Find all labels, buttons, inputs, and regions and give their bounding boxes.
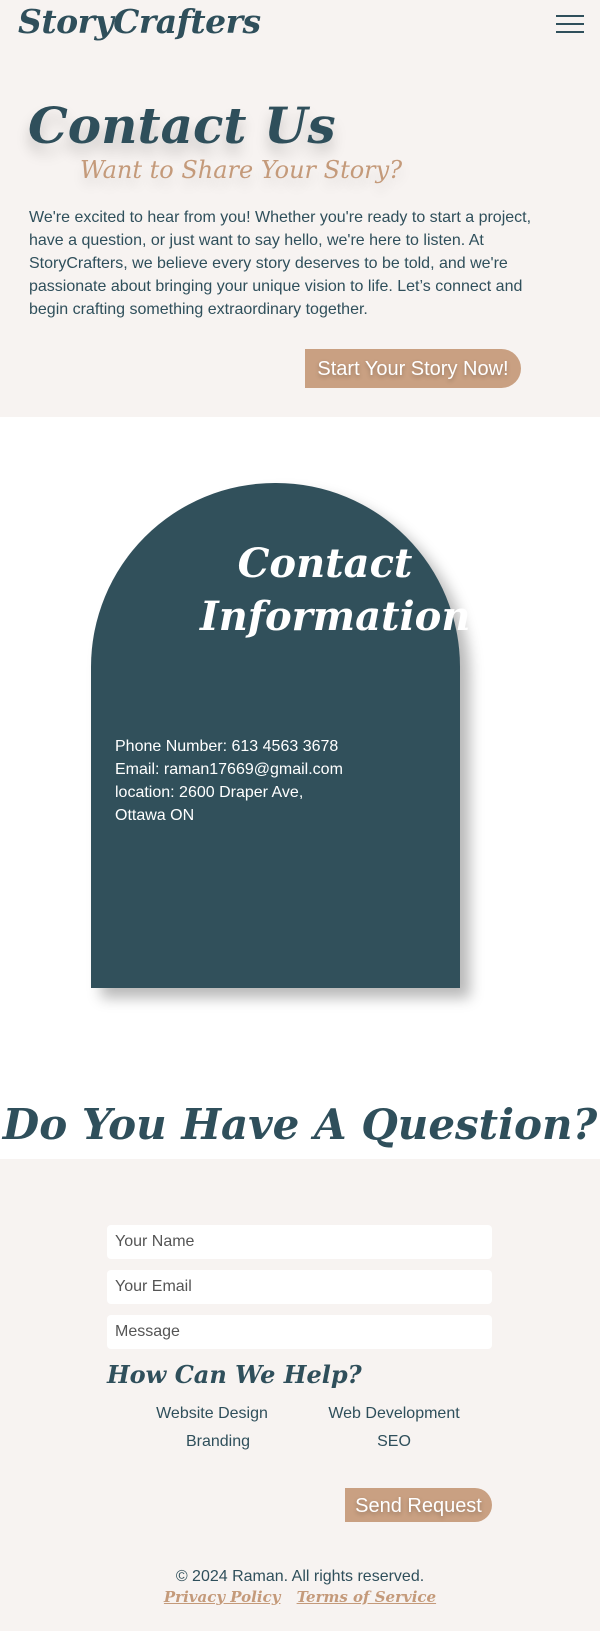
contact-phone: Phone Number: 613 4563 3678 bbox=[115, 738, 339, 755]
option-web-development[interactable]: Web Development bbox=[314, 1405, 474, 1423]
email-input[interactable] bbox=[107, 1270, 492, 1304]
hamburger-line bbox=[556, 15, 584, 17]
option-seo[interactable]: SEO bbox=[314, 1433, 474, 1451]
intro-paragraph: We're excited to hear from you! Whether … bbox=[29, 209, 532, 318]
page-title: Contact Us bbox=[28, 96, 336, 155]
copyright-text: © 2024 Raman. All rights reserved. bbox=[175, 1568, 425, 1585]
send-request-button[interactable]: Send Request bbox=[345, 1488, 492, 1522]
contact-info-title-line2: Information bbox=[200, 593, 471, 640]
hamburger-menu-icon[interactable] bbox=[556, 15, 584, 33]
site-header: StoryCrafters bbox=[0, 0, 600, 50]
footer-links: Privacy Policy Terms of Service bbox=[0, 1588, 600, 1606]
question-heading: Do You Have A Question? bbox=[2, 1100, 598, 1149]
hamburger-line bbox=[556, 23, 584, 25]
help-heading: How Can We Help? bbox=[107, 1360, 362, 1389]
hamburger-line bbox=[556, 31, 584, 33]
contact-email: Email: raman17669@gmail.com bbox=[115, 761, 343, 778]
site-logo[interactable]: StoryCrafters bbox=[18, 2, 261, 41]
terms-of-service-link[interactable]: Terms of Service bbox=[297, 1588, 436, 1606]
start-story-button[interactable]: Start Your Story Now! bbox=[305, 349, 521, 388]
contact-info-title-line1: Contact bbox=[237, 540, 413, 587]
contact-location-line1: location: 2600 Draper Ave, bbox=[115, 784, 304, 801]
contact-location-line2: Ottawa ON bbox=[115, 807, 195, 824]
privacy-policy-link[interactable]: Privacy Policy bbox=[164, 1588, 281, 1606]
option-website-design[interactable]: Website Design bbox=[132, 1405, 292, 1423]
name-input[interactable] bbox=[107, 1225, 492, 1259]
message-input[interactable] bbox=[107, 1315, 492, 1349]
option-branding[interactable]: Branding bbox=[138, 1433, 298, 1451]
hero-section: Contact Us Want to Share Your Story? We'… bbox=[0, 50, 600, 417]
page-subtitle: Want to Share Your Story? bbox=[80, 156, 403, 184]
contact-details: Phone Number: 613 4563 3678 Email: raman… bbox=[115, 735, 365, 827]
contact-info-title: Contact Information bbox=[200, 537, 471, 643]
